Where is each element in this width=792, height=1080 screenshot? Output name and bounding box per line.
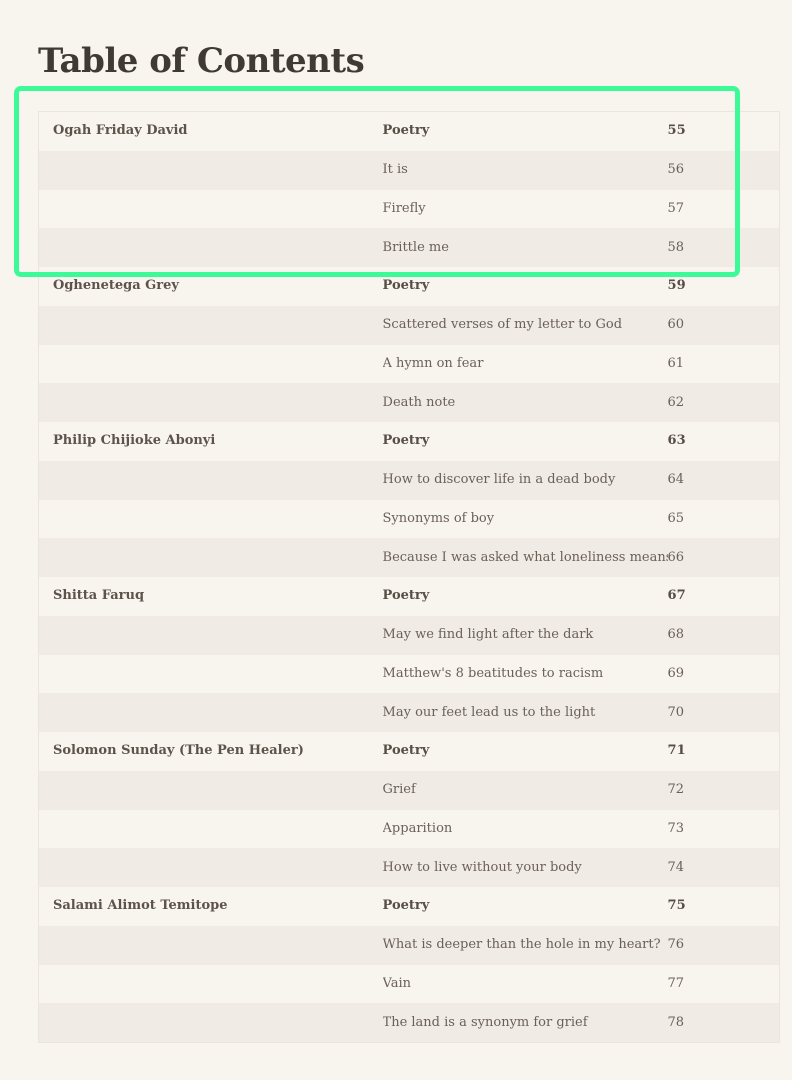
page-number-cell: 73 [667,809,780,849]
title-cell: Matthew's 8 beatitudes to racism [382,654,668,694]
author-cell: Salami Alimot Temitope [38,887,383,926]
table-row: A hymn on fear 61 [38,344,780,384]
toc-body: Ogah Friday David Poetry 55 It is 56 Firefl… [38,111,780,1043]
title-cell: May our feet lead us to the light [382,693,668,732]
author-cell [38,228,383,267]
title-cell: Poetry [382,422,668,461]
table-row: The land is a synonym for grief 78 [38,1003,780,1043]
author-cell [38,809,383,849]
table-row: What is deeper than the hole in my heart… [38,925,780,965]
title-cell: How to discover life in a dead body [382,460,668,500]
page-number-cell: 65 [667,499,780,539]
author-cell: Ogah Friday David [38,111,383,151]
title-cell: Grief [382,770,668,810]
author-cell [38,383,383,422]
page-number-cell: 67 [667,577,780,616]
author-cell [38,770,383,810]
table-row: Ogah Friday David Poetry 55 [38,111,780,151]
title-cell: Poetry [382,111,668,151]
title-cell: Synonyms of boy [382,499,668,539]
page-number-cell: 72 [667,770,780,810]
author-cell [38,189,383,229]
author-cell: Philip Chijioke Abonyi [38,422,383,461]
table-row: Matthew's 8 beatitudes to racism 69 [38,654,780,694]
page-number-cell: 76 [667,925,780,965]
table-row: How to live without your body 74 [38,848,780,887]
table-row: Firefly 57 [38,189,780,229]
title-cell: Firefly [382,189,668,229]
page-number-cell: 68 [667,615,780,655]
author-cell [38,1003,383,1043]
page-number-cell: 78 [667,1003,780,1043]
author-cell [38,654,383,694]
table-row: Salami Alimot Temitope Poetry 75 [38,887,780,926]
author-cell: Solomon Sunday (The Pen Healer) [38,732,383,771]
author-cell [38,848,383,887]
table-row: Oghenetega Grey Poetry 59 [38,267,780,306]
table-row: Grief 72 [38,770,780,810]
page-number-cell: 55 [667,111,780,151]
table-row: May our feet lead us to the light 70 [38,693,780,732]
title-cell: Vain [382,964,668,1004]
title-cell: May we find light after the dark [382,615,668,655]
page-number-cell: 56 [667,150,780,190]
author-cell [38,693,383,732]
page-number-cell: 77 [667,964,780,1004]
author-cell [38,460,383,500]
title-cell: Poetry [382,732,668,771]
table-row: How to discover life in a dead body 64 [38,460,780,500]
title-cell: Poetry [382,267,668,306]
table-row: Solomon Sunday (The Pen Healer) Poetry 71 [38,732,780,771]
page-number-cell: 61 [667,344,780,384]
author-cell [38,499,383,539]
toc-table: Ogah Friday David Poetry 55 It is 56 Firefl… [38,111,780,1043]
author-cell [38,305,383,345]
author-cell [38,964,383,1004]
title-cell: What is deeper than the hole in my heart… [382,925,668,965]
table-row: May we find light after the dark 68 [38,615,780,655]
title-cell: Because I was asked what loneliness mean… [382,538,668,577]
page-number-cell: 66 [667,538,780,577]
author-cell [38,538,383,577]
page-number-cell: 60 [667,305,780,345]
page-number-cell: 58 [667,228,780,267]
table-row: It is 56 [38,150,780,190]
title-cell: Apparition [382,809,668,849]
page-number-cell: 75 [667,887,780,926]
author-cell [38,344,383,384]
title-cell: How to live without your body [382,848,668,887]
table-row: Vain 77 [38,964,780,1004]
page-number-cell: 74 [667,848,780,887]
table-row: Death note 62 [38,383,780,422]
title-cell: Poetry [382,577,668,616]
author-cell: Shitta Faruq [38,577,383,616]
page-number-cell: 62 [667,383,780,422]
title-cell: Poetry [382,887,668,926]
table-row: Shitta Faruq Poetry 67 [38,577,780,616]
title-cell: A hymn on fear [382,344,668,384]
page-number-cell: 59 [667,267,780,306]
title-cell: It is [382,150,668,190]
author-cell: Oghenetega Grey [38,267,383,306]
title-cell: Brittle me [382,228,668,267]
author-cell [38,925,383,965]
page-number-cell: 69 [667,654,780,694]
page-number-cell: 63 [667,422,780,461]
table-row: Because I was asked what loneliness mean… [38,538,780,577]
page-number-cell: 70 [667,693,780,732]
page-title: Table of Contents [38,41,365,81]
author-cell [38,150,383,190]
title-cell: Scattered verses of my letter to God [382,305,668,345]
title-cell: The land is a synonym for grief [382,1003,668,1043]
table-row: Scattered verses of my letter to God 60 [38,305,780,345]
page-number-cell: 57 [667,189,780,229]
page-number-cell: 71 [667,732,780,771]
table-row: Synonyms of boy 65 [38,499,780,539]
table-row: Brittle me 58 [38,228,780,267]
page-number-cell: 64 [667,460,780,500]
title-cell: Death note [382,383,668,422]
table-row: Philip Chijioke Abonyi Poetry 63 [38,422,780,461]
author-cell [38,615,383,655]
table-row: Apparition 73 [38,809,780,849]
